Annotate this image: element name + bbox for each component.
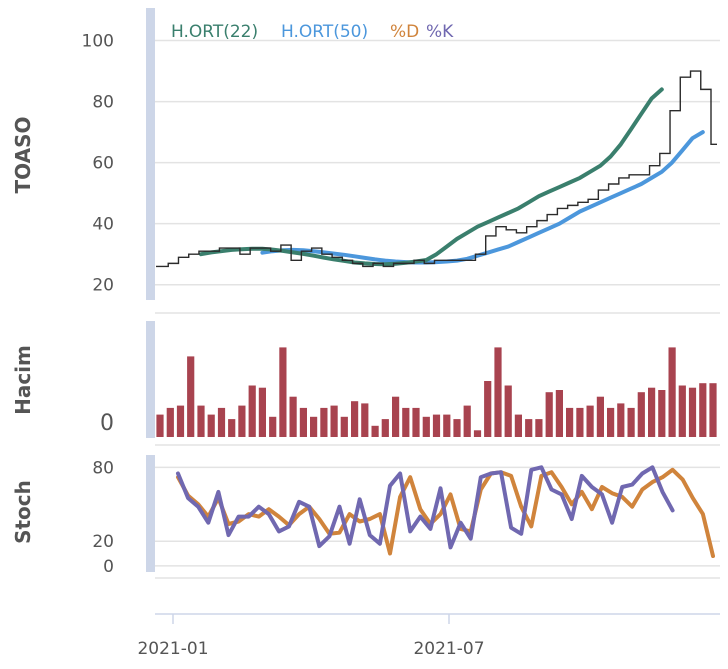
volume-bar <box>648 387 656 437</box>
price-y-label: TOASO <box>11 117 35 194</box>
volume-bar <box>637 392 645 437</box>
volume-y-ticks: 0 <box>100 411 114 436</box>
price-series <box>156 70 717 268</box>
x-axis-ticks: 2021-01 2021-07 <box>137 614 485 659</box>
volume-bar <box>525 419 533 437</box>
volume-bar <box>658 390 666 437</box>
volume-bar <box>617 403 625 437</box>
volume-bar <box>258 387 266 437</box>
price-y-tick-label: 80 <box>92 93 114 113</box>
volume-bar <box>197 405 205 437</box>
volume-bar <box>371 425 379 437</box>
stoch-y-tick-label: 80 <box>92 458 114 478</box>
volume-bar <box>453 419 461 437</box>
stoch-y-tick-label: 0 <box>103 557 114 577</box>
pct-k-line <box>176 465 675 550</box>
volume-bar <box>422 416 430 437</box>
volume-bar <box>699 383 707 437</box>
legend-ma22: H.ORT(22) <box>171 22 258 42</box>
volume-bar <box>392 396 400 437</box>
volume-bar <box>443 414 451 437</box>
volume-bar <box>330 405 338 437</box>
volume-bar <box>381 419 389 437</box>
volume-bar <box>402 407 410 437</box>
volume-bar <box>279 347 287 437</box>
volume-bar <box>432 414 441 437</box>
volume-bar <box>668 347 676 437</box>
volume-bars <box>156 347 717 437</box>
volume-bar <box>535 419 543 437</box>
chart-stage: 20 40 60 80 100 0 0 20 80 2021-01 2021-07 H.ORT… <box>0 0 728 665</box>
volume-bar <box>320 407 328 437</box>
volume-bar <box>248 385 256 437</box>
volume-bar <box>514 414 522 437</box>
legend-pct-k: %K <box>426 22 454 42</box>
volume-bar <box>484 381 492 437</box>
stoch-panel-band <box>146 455 155 572</box>
price-y-tick-label: 40 <box>92 215 114 235</box>
volume-bar <box>238 405 246 437</box>
volume-bar <box>607 407 615 437</box>
ma22-line <box>199 87 664 267</box>
stoch-y-label: Stoch <box>11 480 35 544</box>
volume-bar <box>217 407 226 437</box>
ma22-series <box>199 87 664 267</box>
volume-bar <box>351 401 359 437</box>
legend: H.ORT(22) H.ORT(50) %D %K <box>171 22 454 42</box>
volume-bar <box>269 416 277 437</box>
volume-bar <box>709 383 717 437</box>
volume-bar <box>176 405 185 437</box>
volume-bar <box>289 396 297 437</box>
volume-panel-band <box>146 321 155 438</box>
volume-y-label: Hacim <box>11 345 35 415</box>
volume-bar <box>187 356 195 437</box>
volume-bar <box>545 392 553 437</box>
volume-bar <box>412 407 420 437</box>
price-panel-band <box>146 8 155 300</box>
stoch-y-tick-label: 20 <box>92 532 114 552</box>
price-y-tick-label: 100 <box>82 32 114 52</box>
ma50-line <box>260 130 705 265</box>
volume-bar <box>463 405 471 437</box>
volume-bar <box>156 414 164 437</box>
stoch-y-ticks: 0 20 80 <box>92 458 114 577</box>
x-tick-label: 2021-07 <box>413 639 484 659</box>
volume-bar <box>361 403 369 437</box>
volume-bar <box>576 407 584 437</box>
pct-k-series <box>176 465 675 550</box>
volume-bar <box>586 405 594 437</box>
legend-ma50: H.ORT(50) <box>281 22 368 42</box>
volume-bar <box>555 390 563 437</box>
x-tick-label: 2021-01 <box>137 639 208 659</box>
price-y-tick-label: 60 <box>92 154 114 174</box>
volume-bar <box>596 396 604 437</box>
volume-bar <box>566 407 574 437</box>
ma50-series <box>260 130 705 265</box>
volume-bar <box>688 387 697 437</box>
volume-bar <box>340 416 348 437</box>
stock-chart: 20 40 60 80 100 0 0 20 80 2021-01 2021-07 H.ORT… <box>11 8 720 659</box>
price-y-ticks: 20 40 60 80 100 <box>82 32 114 296</box>
volume-bar <box>228 419 236 437</box>
price-line <box>156 70 717 268</box>
volume-bar <box>310 416 318 437</box>
volume-bar <box>299 407 307 437</box>
volume-bar <box>504 385 512 437</box>
volume-y-tick-label: 0 <box>100 411 114 436</box>
volume-bar <box>473 430 482 437</box>
volume-bar <box>207 414 215 437</box>
volume-bar <box>678 385 686 437</box>
legend-pct-d: %D <box>390 22 419 42</box>
price-y-tick-label: 20 <box>92 276 114 296</box>
volume-bar <box>166 407 174 437</box>
volume-bar <box>494 347 502 437</box>
volume-bar <box>627 407 635 437</box>
